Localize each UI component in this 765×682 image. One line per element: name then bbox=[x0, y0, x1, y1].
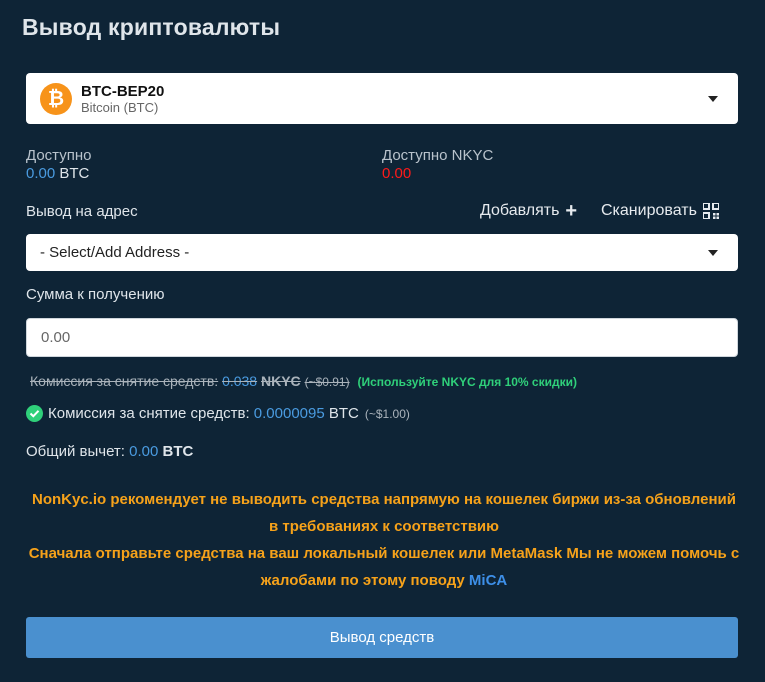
nkyc-fee-label: Комиссия за снятие средств: bbox=[30, 373, 219, 389]
coin-select-dropdown[interactable]: ₿ BTC-BEP20 Bitcoin (BTC) bbox=[26, 73, 738, 124]
warning-line-1: NonKyc.io рекомендует не выводить средст… bbox=[32, 491, 736, 535]
nkyc-fee-value: 0.038 bbox=[222, 373, 258, 389]
available-label: Доступно bbox=[26, 147, 92, 164]
nkyc-fee-line: Комиссия за снятие средств: 0.038 NKYC (… bbox=[30, 373, 577, 389]
chevron-down-icon bbox=[708, 95, 718, 102]
coin-subtitle: Bitcoin (BTC) bbox=[81, 99, 159, 115]
available-value: 0.00 bbox=[26, 165, 56, 182]
available-nkyc-balance: Доступно NKYC 0.00 bbox=[382, 147, 493, 183]
available-balance: Доступно 0.00 BTC bbox=[26, 147, 91, 183]
address-select-value: - Select/Add Address - bbox=[40, 244, 190, 261]
btc-fee-usd: (~$1.00) bbox=[364, 406, 410, 421]
plus-icon: + bbox=[565, 200, 578, 222]
coin-select-text: BTC-BEP20 Bitcoin (BTC) bbox=[81, 83, 164, 115]
scan-label: Сканировать bbox=[601, 202, 697, 219]
total-unit: BTC bbox=[162, 443, 194, 460]
page-title: Вывод криптовалюты bbox=[22, 14, 281, 40]
btc-fee-line: Комиссия за снятие средств: 0.0000095 BT… bbox=[26, 405, 410, 422]
btc-fee-label: Комиссия за снятие средств: bbox=[48, 405, 250, 422]
address-select-dropdown[interactable]: - Select/Add Address - bbox=[26, 234, 738, 271]
address-label: Вывод на адрес bbox=[26, 203, 138, 220]
nkyc-fee-usd: (~$0.91) bbox=[304, 375, 350, 389]
add-address-button[interactable]: Добавлять + bbox=[480, 200, 578, 222]
btc-fee-unit: BTC bbox=[328, 405, 359, 422]
qr-code-icon bbox=[701, 202, 720, 220]
amount-label: Сумма к получению bbox=[26, 286, 165, 303]
nkyc-fee-unit: NKYC bbox=[261, 373, 301, 389]
scan-qr-button[interactable]: Сканировать bbox=[601, 202, 720, 220]
available-nkyc-label: Доступно NKYC bbox=[382, 147, 494, 164]
nkyc-discount-note: (Используйте NKYC для 10% скидки) bbox=[357, 375, 577, 389]
total-value: 0.00 bbox=[129, 443, 159, 460]
total-deduction: Общий вычет: 0.00 BTC bbox=[26, 443, 193, 460]
warning-line-2: Сначала отправьте средства на ваш локаль… bbox=[28, 545, 740, 589]
coin-name: BTC-BEP20 bbox=[81, 82, 165, 100]
chevron-down-icon bbox=[708, 249, 718, 256]
compliance-warning: NonKyc.io рекомендует не выводить средст… bbox=[26, 486, 742, 594]
withdraw-button[interactable]: Вывод средств bbox=[26, 617, 738, 658]
mica-link[interactable]: MiCA bbox=[469, 572, 507, 589]
check-circle-icon bbox=[26, 405, 43, 422]
total-label: Общий вычет: bbox=[26, 443, 125, 460]
add-address-label: Добавлять bbox=[480, 202, 560, 219]
available-nkyc-value: 0.00 bbox=[382, 165, 412, 182]
bitcoin-icon: ₿ bbox=[40, 82, 72, 115]
available-unit: BTC bbox=[59, 165, 90, 182]
amount-input[interactable] bbox=[26, 318, 738, 357]
btc-fee-value: 0.0000095 bbox=[253, 405, 325, 422]
